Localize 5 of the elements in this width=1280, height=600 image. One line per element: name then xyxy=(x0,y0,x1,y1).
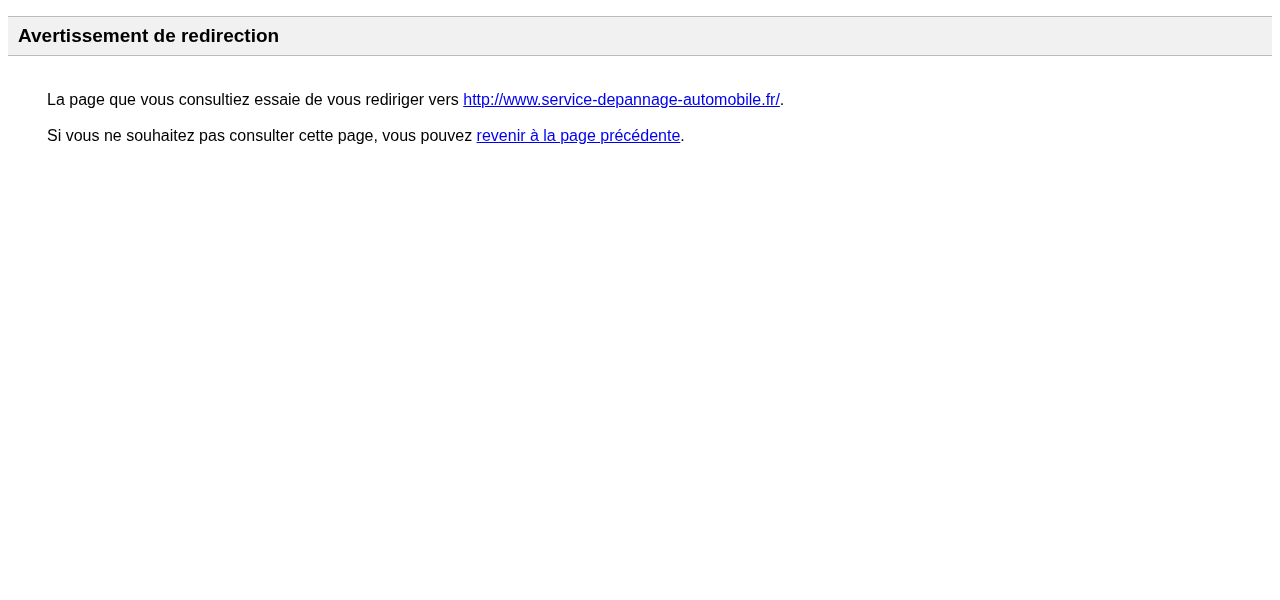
text-link[interactable]: revenir à la page précédente xyxy=(476,127,681,144)
message-text: Si vous ne souhaitez pas consulter cette page, vous pouvez revenir à la page précédente. xyxy=(47,126,686,145)
message-text: La page que vous consultiez essaie de vous rediriger vers http://www.service-depannage-automobile.fr/. xyxy=(47,90,786,109)
page-title: Avertissement de redirection xyxy=(18,23,280,48)
text-link[interactable]: http://www.service-depannage-automobile.fr/ xyxy=(463,91,780,108)
